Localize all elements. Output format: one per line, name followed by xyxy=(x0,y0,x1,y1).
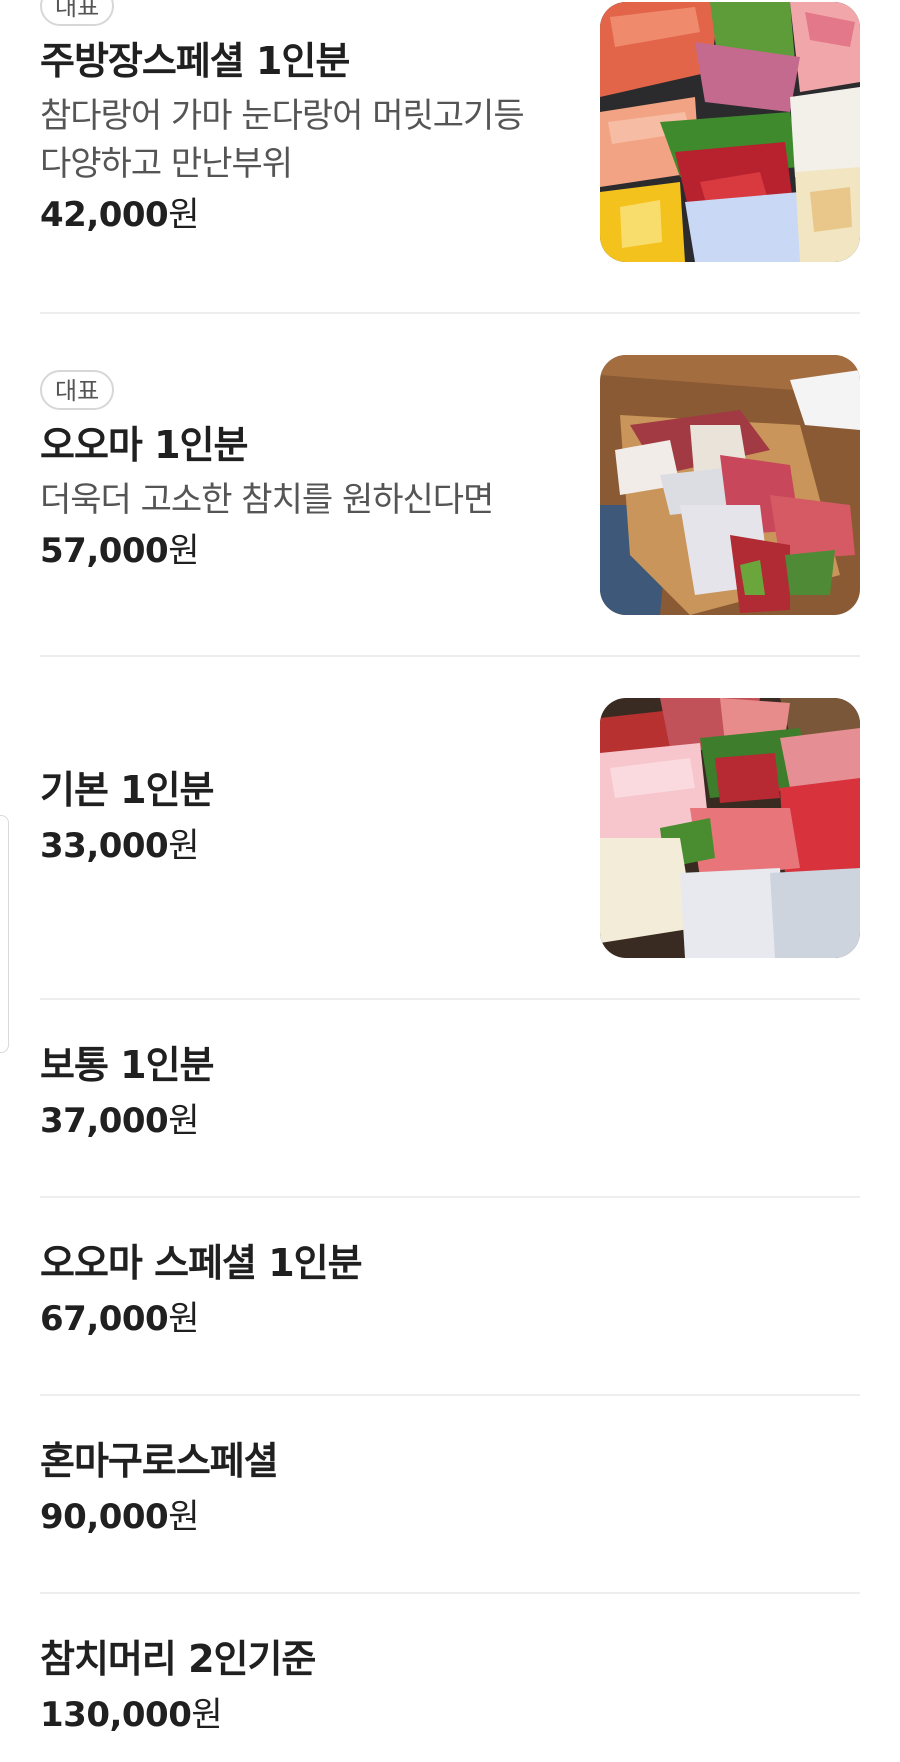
menu-item[interactable]: 참치머리 2인기준 130,000원 xyxy=(40,1594,860,1762)
menu-item-price: 37,000원 xyxy=(40,1098,560,1144)
menu-item-price: 42,000원 xyxy=(40,192,560,238)
price-currency: 원 xyxy=(168,1299,199,1339)
tuna-sashimi-on-noodles-photo[interactable] xyxy=(600,698,860,958)
menu-item-info: 보통 1인분 37,000원 xyxy=(40,1042,560,1144)
price-currency: 원 xyxy=(191,1695,223,1735)
price-currency: 원 xyxy=(168,826,199,866)
menu-item-name: 참치머리 2인기준 xyxy=(40,1637,316,1681)
menu-item-description-line: 더욱더 고소한 참치를 원하신다면 xyxy=(40,480,494,520)
menu-item-description: 더욱더 고소한 참치를 원하신다면 xyxy=(40,476,560,524)
menu-item-price: 33,000원 xyxy=(40,823,560,869)
signature-badge: 대표 xyxy=(40,0,115,26)
menu-item[interactable]: 오오마 스페셜 1인분 67,000원 xyxy=(40,1198,860,1394)
price-value: 37,000 xyxy=(40,1101,169,1141)
scroll-indicator[interactable] xyxy=(0,815,9,1053)
menu-item-name: 보통 1인분 xyxy=(40,1043,215,1087)
menu-item-name: 오오마 1인분 xyxy=(40,423,248,467)
price-value: 42,000 xyxy=(40,195,169,235)
menu-item-price: 57,000원 xyxy=(40,528,560,574)
menu-item-name: 주방장스페셜 1인분 xyxy=(40,39,350,83)
menu-item-description-line: 참다랑어 가마 눈다랑어 머릿고기등 xyxy=(40,96,525,136)
price-currency: 원 xyxy=(168,531,199,571)
menu-item-info: 참치머리 2인기준 130,000원 xyxy=(40,1636,560,1738)
menu-item[interactable]: 대표 오오마 1인분 더욱더 고소한 참치를 원하신다면 57,000원 xyxy=(40,314,860,656)
menu-item-price: 130,000원 xyxy=(40,1692,560,1738)
menu-item-description-line: 다양하고 만난부위 xyxy=(40,144,293,184)
menu-item[interactable]: 혼마구로스페셜 90,000원 xyxy=(40,1396,860,1592)
menu-item-name: 오오마 스페셜 1인분 xyxy=(40,1241,363,1285)
price-value: 130,000 xyxy=(40,1695,192,1735)
menu-item-name: 혼마구로스페셜 xyxy=(40,1439,279,1483)
menu-item-info: 기본 1인분 33,000원 xyxy=(40,767,560,869)
menu-item-description: 참다랑어 가마 눈다랑어 머릿고기등 다양하고 만난부위 xyxy=(40,92,560,188)
signature-badge: 대표 xyxy=(40,370,115,410)
price-currency: 원 xyxy=(168,195,199,235)
menu-item[interactable]: 보통 1인분 37,000원 xyxy=(40,1000,860,1196)
menu-item-info: 대표 주방장스페셜 1인분 참다랑어 가마 눈다랑어 머릿고기등 다양하고 만난… xyxy=(40,0,560,238)
menu-item-price: 67,000원 xyxy=(40,1296,560,1342)
menu-item-info: 혼마구로스페셜 90,000원 xyxy=(40,1438,560,1540)
price-value: 67,000 xyxy=(40,1299,169,1339)
price-currency: 원 xyxy=(168,1497,199,1537)
menu-item-name: 기본 1인분 xyxy=(40,768,215,812)
menu-item-info: 대표 오오마 1인분 더욱더 고소한 참치를 원하신다면 57,000원 xyxy=(40,370,560,574)
menu-item[interactable]: 대표 주방장스페셜 1인분 참다랑어 가마 눈다랑어 머릿고기등 다양하고 만난… xyxy=(40,0,860,312)
price-value: 90,000 xyxy=(40,1497,169,1537)
price-value: 57,000 xyxy=(40,531,169,571)
tuna-on-wooden-board-photo[interactable] xyxy=(600,355,860,615)
sashimi-platter-photo[interactable] xyxy=(600,2,860,262)
menu-item-info: 오오마 스페셜 1인분 67,000원 xyxy=(40,1240,560,1342)
menu-item-price: 90,000원 xyxy=(40,1494,560,1540)
menu-item[interactable]: 기본 1인분 33,000원 xyxy=(40,657,860,999)
price-value: 33,000 xyxy=(40,826,169,866)
price-currency: 원 xyxy=(168,1101,199,1141)
